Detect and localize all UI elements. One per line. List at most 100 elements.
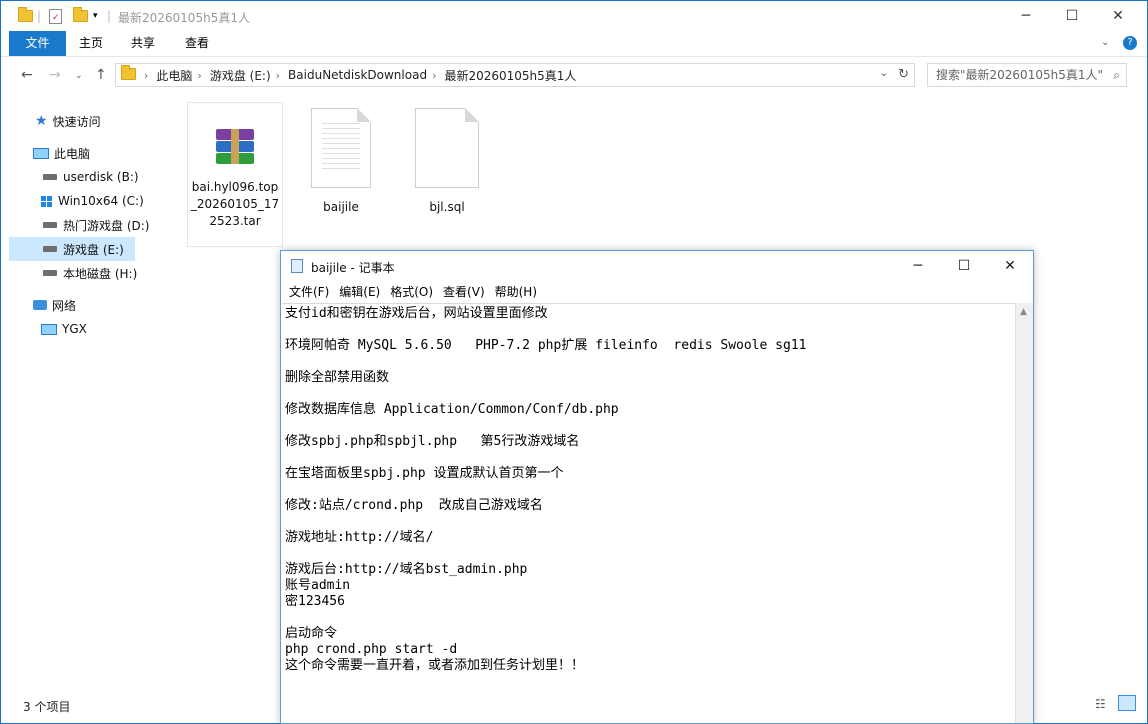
- nav-label: 本地磁盘 (H:): [63, 266, 138, 281]
- nav-drive-c[interactable]: Win10x64 (C:): [41, 189, 144, 213]
- address-row: ← → ⌄ ↑ › 此电脑 › 游戏盘 (E:) › BaiduNetdiskD…: [1, 63, 1147, 89]
- computer-icon: [41, 323, 57, 335]
- nav-label: YGX: [62, 322, 87, 336]
- minimize-icon: ─: [1021, 8, 1031, 24]
- network-icon: [33, 300, 47, 310]
- divider: |: [37, 9, 42, 23]
- folder-icon: [121, 64, 136, 83]
- notepad-title-bar: baijile - 记事本 ─ ☐ ✕: [281, 251, 1033, 281]
- breadcrumb-baidu-download[interactable]: BaiduNetdiskDownload: [288, 68, 427, 82]
- breadcrumb-separator-icon: ›: [275, 68, 281, 82]
- notepad-maximize-button[interactable]: ☐: [941, 251, 987, 281]
- tab-file[interactable]: 文件: [9, 31, 66, 56]
- file-name: bai.hyl096.top_20260105_172523.tar: [190, 180, 280, 228]
- nav-quick-access[interactable]: ★ 快速访问: [35, 109, 101, 133]
- drive-icon: [43, 222, 57, 228]
- divider: |: [107, 9, 112, 23]
- refresh-icon[interactable]: ↻: [898, 67, 909, 82]
- menu-edit[interactable]: 编辑(E): [339, 283, 380, 300]
- file-item-tar[interactable]: bai.hyl096.top_20260105_172523.tar: [187, 102, 283, 247]
- breadcrumb-drive-e[interactable]: 游戏盘 (E:): [210, 67, 271, 84]
- notepad-content: 支付id和密钥在游戏后台，网站设置里面修改 环境阿帕奇 MySQL 5.6.50…: [285, 306, 807, 673]
- nav-this-pc[interactable]: 此电脑: [33, 141, 90, 165]
- file-item-baijile[interactable]: baijile: [293, 102, 389, 222]
- windows-drive-icon: [41, 195, 52, 207]
- nav-label: userdisk (B:): [63, 170, 139, 184]
- scroll-up-icon[interactable]: ▲: [1020, 307, 1027, 317]
- menu-format[interactable]: 格式(O): [390, 283, 433, 300]
- notepad-title: baijile - 记事本: [311, 261, 395, 275]
- notepad-minimize-button[interactable]: ─: [895, 251, 941, 281]
- nav-label: 热门游戏盘 (D:): [63, 218, 150, 233]
- minimize-button[interactable]: ─: [1003, 1, 1049, 31]
- nav-label: 游戏盘 (E:): [63, 242, 124, 257]
- tab-home[interactable]: 主页: [73, 31, 109, 56]
- menu-help[interactable]: 帮助(H): [495, 283, 537, 300]
- nav-label: 快速访问: [52, 114, 101, 129]
- notepad-text-area[interactable]: 支付id和密钥在游戏后台，网站设置里面修改 环境阿帕奇 MySQL 5.6.50…: [282, 303, 1016, 724]
- maximize-icon: ☐: [957, 258, 971, 274]
- breadcrumb-separator-icon: ›: [432, 68, 437, 82]
- nav-network[interactable]: 网络: [33, 293, 76, 317]
- navigation-pane: ★ 快速访问 此电脑 userdisk (B:) Win10x64 (C:) 热门…: [1, 101, 177, 686]
- blank-file-icon: [415, 108, 479, 188]
- file-name: bjl.sql: [429, 200, 465, 214]
- large-icons-view-icon[interactable]: [1118, 695, 1136, 711]
- folder-icon: [18, 7, 33, 25]
- drive-icon: [43, 246, 57, 252]
- nav-drive-b[interactable]: userdisk (B:): [43, 165, 139, 189]
- breadcrumb-separator-icon: ›: [144, 68, 149, 82]
- expand-ribbon-icon[interactable]: ⌄: [1101, 37, 1109, 48]
- details-view-icon[interactable]: ☷: [1095, 697, 1106, 711]
- address-dropdown-icon[interactable]: ⌄: [880, 68, 888, 79]
- search-placeholder: 搜索"最新20260105h5真1人": [936, 68, 1103, 82]
- vertical-scrollbar[interactable]: ▲: [1015, 303, 1033, 723]
- file-item-sql[interactable]: bjl.sql: [399, 102, 495, 222]
- nav-drive-d[interactable]: 热门游戏盘 (D:): [43, 213, 149, 237]
- search-input[interactable]: 搜索"最新20260105h5真1人" ⌕: [927, 63, 1127, 87]
- address-bar[interactable]: › 此电脑 › 游戏盘 (E:) › BaiduNetdiskDownload …: [115, 63, 915, 87]
- close-button[interactable]: ✕: [1095, 1, 1141, 31]
- nav-ygx[interactable]: YGX: [41, 317, 87, 341]
- up-arrow-icon[interactable]: ↑: [95, 67, 107, 83]
- recent-locations-icon[interactable]: ⌄: [75, 71, 83, 81]
- close-icon: ✕: [1112, 8, 1124, 24]
- search-icon: ⌕: [1113, 68, 1120, 82]
- breadcrumb-this-pc[interactable]: 此电脑: [156, 67, 192, 84]
- ribbon-tabs: 文件 主页 共享 查看 ⌄ ?: [1, 31, 1147, 57]
- nav-drive-e[interactable]: 游戏盘 (E:): [9, 237, 135, 261]
- breadcrumb-current-folder[interactable]: 最新20260105h5真1人: [444, 67, 576, 84]
- notepad-close-button[interactable]: ✕: [987, 251, 1033, 281]
- computer-icon: [33, 147, 49, 159]
- nav-drive-h[interactable]: 本地磁盘 (H:): [43, 261, 137, 285]
- drive-icon: [43, 270, 57, 276]
- forward-arrow-icon[interactable]: →: [49, 67, 61, 83]
- status-item-count: 3 个项目: [23, 700, 71, 714]
- help-icon[interactable]: ?: [1123, 36, 1137, 50]
- close-icon: ✕: [1004, 258, 1016, 274]
- drive-icon: [43, 174, 57, 180]
- new-folder-icon[interactable]: [73, 7, 88, 25]
- text-document-icon: [311, 108, 371, 188]
- customize-quick-access-icon[interactable]: ▾: [93, 7, 98, 25]
- winrar-archive-icon: [212, 129, 258, 169]
- menu-view[interactable]: 查看(V): [443, 283, 485, 300]
- tab-view[interactable]: 查看: [179, 31, 215, 56]
- back-arrow-icon[interactable]: ←: [21, 67, 33, 83]
- explorer-title-bar: | ✓ ▾ | 最新20260105h5真1人 ─ ☐ ✕: [1, 1, 1147, 31]
- notepad-icon: [291, 259, 303, 273]
- properties-icon[interactable]: ✓: [49, 7, 62, 25]
- nav-label: 网络: [52, 298, 77, 313]
- menu-file[interactable]: 文件(F): [289, 283, 329, 300]
- star-icon: ★: [35, 113, 48, 129]
- notepad-window: baijile - 记事本 ─ ☐ ✕ 文件(F) 编辑(E) 格式(O) 查看…: [280, 250, 1034, 724]
- tab-share[interactable]: 共享: [125, 31, 161, 56]
- maximize-button[interactable]: ☐: [1049, 1, 1095, 31]
- nav-label: 此电脑: [54, 146, 91, 161]
- window-title: 最新20260105h5真1人: [118, 11, 250, 25]
- file-name: baijile: [323, 200, 359, 214]
- nav-label: Win10x64 (C:): [58, 194, 144, 208]
- breadcrumb-separator-icon: ›: [197, 68, 202, 82]
- maximize-icon: ☐: [1065, 8, 1079, 24]
- notepad-menu-bar: 文件(F) 编辑(E) 格式(O) 查看(V) 帮助(H): [281, 281, 1033, 301]
